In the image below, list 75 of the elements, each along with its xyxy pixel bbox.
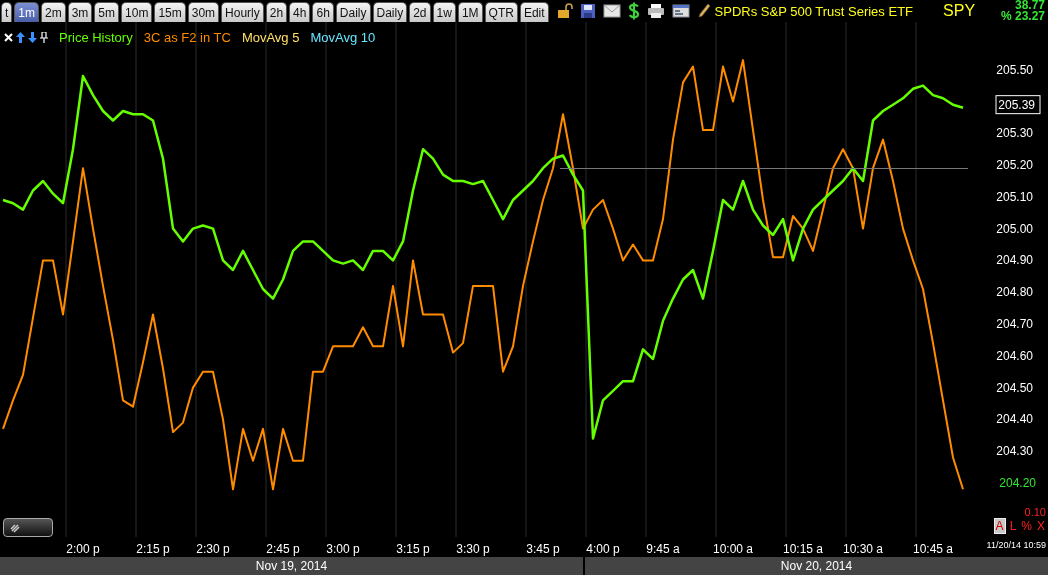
interval-tab[interactable]: 30m (187, 2, 220, 22)
interval-tab[interactable]: QTR (484, 2, 518, 22)
envelope-icon[interactable] (602, 4, 621, 18)
change-value: 38.77 (1014, 0, 1045, 11)
interval-tab[interactable]: 5m (94, 2, 120, 22)
pencil-icon[interactable] (696, 3, 711, 19)
arrow-up-icon[interactable] (16, 32, 25, 43)
legend-label: Price History (59, 30, 133, 45)
x-tick-label: 3:30 p (456, 542, 490, 556)
scroll-handle[interactable] (3, 518, 53, 537)
interval-tab[interactable]: 1M (457, 2, 483, 22)
y-tick-label: 205.00 (996, 221, 1033, 236)
x-tick-label: 10:00 a (713, 542, 753, 556)
x-tick-label: 3:15 p (396, 542, 430, 556)
interval-tab[interactable]: Hourly (221, 2, 264, 22)
scale-mode-button[interactable]: X (1036, 518, 1046, 534)
ticker-symbol: SPY (943, 2, 976, 20)
dollar-icon[interactable] (627, 2, 640, 20)
x-tick-label: 2:45 p (266, 542, 300, 556)
y-tick-label: 205.10 (996, 189, 1033, 204)
x-tick-label: 10:15 a (783, 542, 823, 556)
y-tick-label: 205.50 (996, 62, 1033, 77)
last-price-label: 205.39 (995, 95, 1041, 115)
interval-tab[interactable]: Edit (519, 2, 549, 22)
interval-tab[interactable]: 3m (67, 2, 93, 22)
x-tick-label: 9:45 a (646, 542, 680, 556)
scale-value: 0.10 (1024, 506, 1046, 518)
x-tick-label: 2:30 p (196, 542, 230, 556)
interval-tab[interactable]: Daily (372, 2, 408, 22)
padlock-icon[interactable] (556, 3, 573, 19)
date-label: Nov 19, 2014 (0, 557, 583, 575)
x-tick-label: 2:15 p (136, 542, 170, 556)
interval-tab[interactable]: 15m (154, 2, 186, 22)
percent-change: % 23.27 (1000, 11, 1045, 22)
scale-mode-button[interactable]: L (1008, 518, 1018, 534)
interval-tab[interactable]: t (1, 2, 13, 22)
interval-tab[interactable]: Daily (335, 2, 371, 22)
x-tick-label: 4:00 p (586, 542, 620, 556)
y-tick-label: 204.70 (996, 317, 1033, 331)
y-tick-label: 204.40 (996, 412, 1033, 427)
window-icon[interactable] (671, 4, 690, 18)
x-tick-label: 10:30 a (843, 542, 883, 556)
legend-label: MovAvg 5 (241, 30, 300, 45)
x-tick-label: 3:00 p (326, 542, 360, 556)
y-tick-label: 205.30 (996, 126, 1033, 141)
interval-tab[interactable]: 1w (432, 2, 456, 22)
y-tick-label: 204.60 (996, 348, 1033, 363)
y-tick-label: 204.80 (996, 285, 1033, 300)
y-tick-label: 204.90 (996, 253, 1033, 268)
printer-icon[interactable] (646, 3, 665, 19)
interval-tab[interactable]: 6h (312, 2, 334, 22)
interval-tab[interactable]: 2m (41, 2, 66, 22)
legend-label: MovAvg 10 (310, 30, 376, 45)
indicator-value: 204.20 (999, 475, 1036, 490)
pin-icon[interactable] (40, 32, 48, 43)
grip-icon (10, 522, 20, 533)
close-icon[interactable] (4, 33, 13, 42)
x-tick-label: 2:00 p (66, 542, 100, 556)
y-tick-label: 205.20 (996, 158, 1033, 173)
interval-tab[interactable]: 10m (121, 2, 153, 22)
y-tick-label: 204.30 (996, 444, 1033, 459)
interval-tab[interactable]: 2d (409, 2, 431, 22)
interval-tab[interactable]: 1m (14, 2, 39, 22)
scale-mode-button[interactable]: % (1020, 518, 1033, 534)
legend-label: 3C as F2 in TC (143, 30, 231, 45)
interval-tab[interactable]: 4h (289, 2, 311, 22)
scale-mode-button[interactable]: A (993, 518, 1006, 534)
timestamp: 11/20/14 10:59 (986, 540, 1046, 550)
y-tick-label: 204.50 (996, 380, 1033, 395)
interval-tab[interactable]: 2h (265, 2, 288, 22)
security-name: SPDRs S&P 500 Trust Series ETF (714, 3, 914, 19)
date-label: Nov 20, 2014 (585, 557, 1048, 575)
arrow-down-icon[interactable] (28, 32, 37, 43)
x-tick-label: 3:45 p (526, 542, 560, 556)
x-tick-label: 10:45 a (913, 542, 953, 556)
